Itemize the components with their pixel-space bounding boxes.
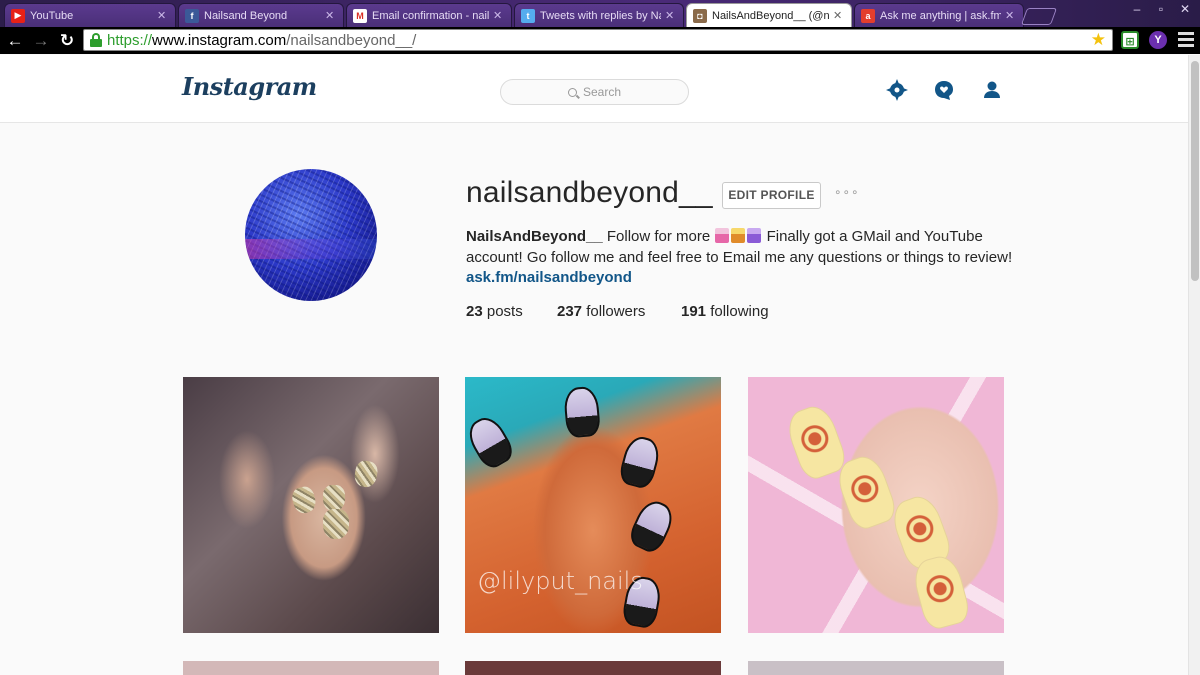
bio-name: NailsAndBeyond__: [466, 228, 603, 245]
youtube-icon: ▶: [11, 8, 25, 23]
browser-toolbar: ← → ↻ https://www.instagram.com/nailsand…: [0, 27, 1200, 54]
post-thumbnail[interactable]: [748, 661, 1004, 675]
avatar[interactable]: [245, 169, 377, 301]
tab-askfm[interactable]: a Ask me anything | ask.fm ✕: [854, 3, 1024, 27]
search-input[interactable]: Search: [500, 79, 689, 105]
window-close-icon[interactable]: ✕: [1174, 2, 1196, 16]
askfm-icon: a: [861, 8, 875, 23]
minimize-icon[interactable]: –: [1126, 2, 1148, 16]
post-thumbnail[interactable]: @lilyput_nails: [465, 377, 721, 633]
nail-polish-emoji-icon: [747, 228, 762, 243]
post-watermark: @lilyput_nails: [477, 567, 643, 595]
chrome-menu-icon[interactable]: [1178, 32, 1194, 50]
profile-bio: NailsAndBeyond__ Follow for more Finally…: [466, 226, 1026, 268]
yahoo-extension-icon[interactable]: Y: [1149, 31, 1167, 49]
facebook-icon: f: [185, 8, 199, 23]
bio-link[interactable]: ask.fm/nailsandbeyond: [466, 269, 632, 286]
twitter-icon: t: [521, 8, 535, 23]
search-placeholder: Search: [582, 85, 622, 99]
more-options-icon[interactable]: ∘∘∘: [834, 185, 860, 199]
back-icon[interactable]: ←: [4, 30, 26, 52]
tab-youtube[interactable]: ▶ YouTube ✕: [4, 3, 176, 27]
browser-tab-strip: ▶ YouTube ✕ f Nailsand Beyond ✕ M Email …: [0, 0, 1200, 27]
page-scrollbar[interactable]: [1188, 55, 1200, 675]
url-scheme: https://: [107, 31, 153, 49]
tab-label: Ask me anything | ask.fm: [880, 9, 1001, 22]
tab-label: Nailsand Beyond: [204, 9, 288, 22]
profile-person-icon[interactable]: [981, 79, 1003, 101]
tab-label: NailsAndBeyond__ (@nai: [712, 9, 829, 22]
tab-label: Tweets with replies by Na: [540, 9, 661, 22]
bio-text-1: Follow for more: [606, 228, 711, 245]
following-stat[interactable]: 191 following: [681, 303, 769, 320]
post-thumbnail[interactable]: [465, 661, 721, 675]
instagram-page: Instagram Search nailsandbeyond__ EDIT P…: [0, 55, 1188, 675]
close-icon[interactable]: ✕: [157, 9, 169, 22]
close-icon[interactable]: ✕: [665, 9, 677, 22]
instagram-icon: ◘: [693, 8, 707, 23]
nail-care-emoji-icon: [731, 228, 746, 243]
close-icon[interactable]: ✕: [493, 9, 505, 22]
address-bar[interactable]: https://www.instagram.com/nailsandbeyond…: [83, 29, 1113, 51]
close-icon[interactable]: ✕: [833, 9, 845, 22]
instagram-logo[interactable]: Instagram: [182, 72, 317, 101]
close-icon[interactable]: ✕: [325, 9, 337, 22]
followers-stat[interactable]: 237 followers: [557, 303, 645, 320]
activity-heart-bubble-icon[interactable]: [933, 79, 955, 101]
tab-instagram[interactable]: ◘ NailsAndBeyond__ (@nai ✕: [686, 3, 852, 27]
instagram-header: Instagram Search: [0, 55, 1188, 123]
reload-icon[interactable]: ↻: [56, 30, 78, 52]
tab-label: Email confirmation - nail: [372, 9, 489, 22]
close-icon[interactable]: ✕: [1005, 9, 1017, 22]
post-thumbnail[interactable]: [748, 377, 1004, 633]
tab-facebook[interactable]: f Nailsand Beyond ✕: [178, 3, 344, 27]
bookmark-star-icon[interactable]: ★: [1091, 30, 1106, 50]
tab-label: YouTube: [30, 9, 74, 22]
lock-icon: [90, 33, 102, 47]
post-thumbnail[interactable]: [183, 377, 439, 633]
extension-icon[interactable]: ⊞: [1121, 31, 1139, 49]
posts-stat: 23 posts: [466, 303, 523, 320]
search-icon: [567, 87, 577, 97]
new-tab-button[interactable]: [1020, 8, 1058, 25]
edit-profile-button[interactable]: EDIT PROFILE: [722, 182, 821, 209]
gmail-icon: M: [353, 8, 367, 23]
scrollbar-thumb[interactable]: [1191, 61, 1199, 281]
maximize-icon[interactable]: ▫: [1150, 2, 1172, 16]
explore-compass-icon[interactable]: [886, 79, 908, 101]
url-host: www.instagram.com: [152, 31, 287, 49]
tab-gmail[interactable]: M Email confirmation - nail ✕: [346, 3, 512, 27]
tab-twitter[interactable]: t Tweets with replies by Na ✕: [514, 3, 684, 27]
profile-username: nailsandbeyond__: [466, 176, 713, 209]
nail-polish-emoji-icon: [715, 228, 730, 243]
post-thumbnail[interactable]: [183, 661, 439, 675]
forward-icon[interactable]: →: [30, 30, 52, 52]
url-path: /nailsandbeyond__/: [286, 31, 417, 49]
